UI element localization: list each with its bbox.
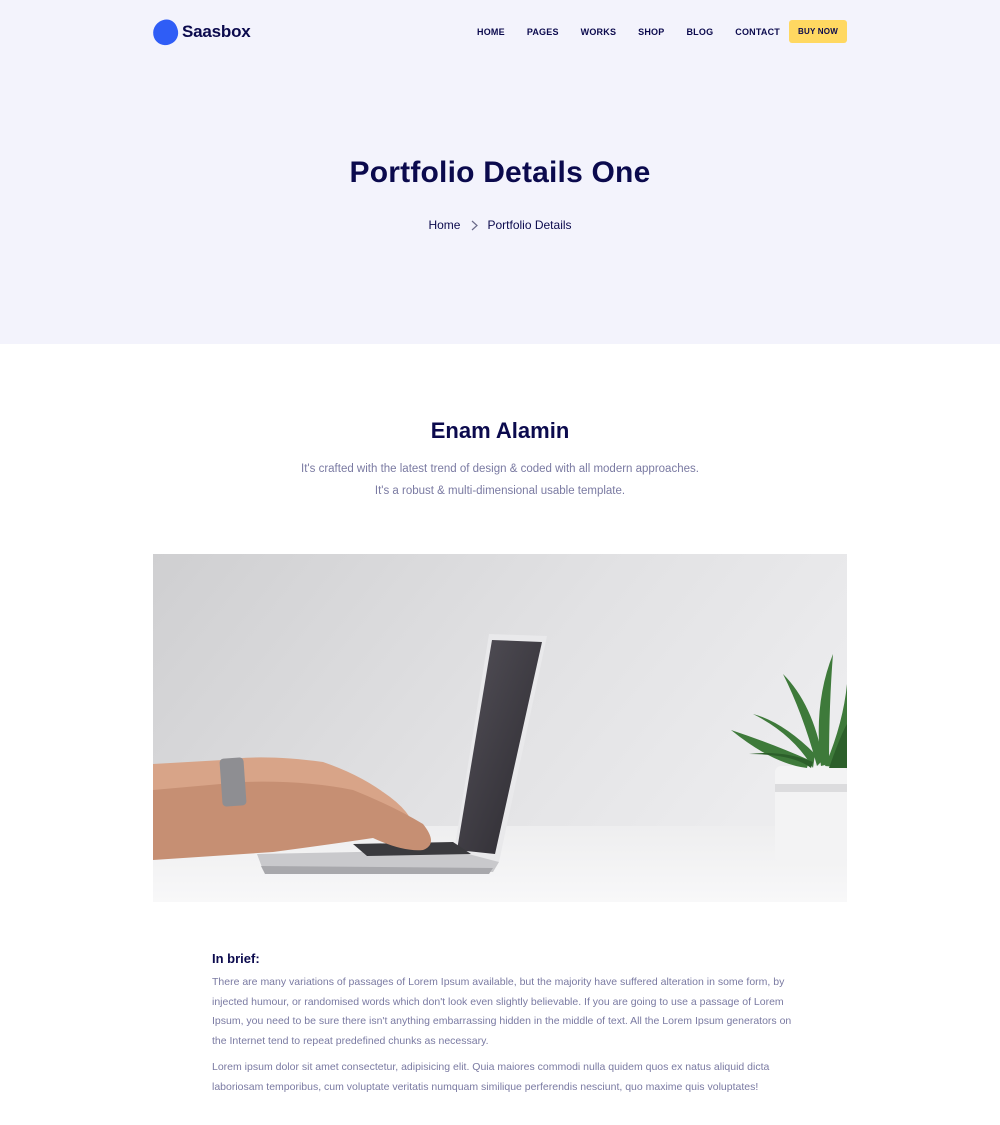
breadcrumb-current: Portfolio Details	[487, 218, 572, 232]
breadcrumb: Home Portfolio Details	[0, 216, 1000, 234]
page-header: Saasbox HOME PAGES WORKS SHOP BLOG CONTA…	[0, 0, 1000, 344]
nav-item-pages[interactable]: PAGES	[527, 27, 559, 37]
logo[interactable]: Saasbox	[149, 15, 251, 49]
breadcrumb-home-link[interactable]: Home	[428, 218, 460, 232]
logo-text: Saasbox	[182, 22, 251, 41]
brief-paragraph-1: There are many variations of passages of…	[212, 976, 792, 1047]
brief-heading: In brief:	[212, 951, 260, 966]
nav-item-home[interactable]: HOME	[477, 27, 505, 37]
nav-item-blog[interactable]: BLOG	[686, 27, 713, 37]
logo-icon	[149, 15, 182, 49]
nav-item-shop[interactable]: SHOP	[638, 27, 664, 37]
buy-now-button[interactable]: BUY NOW	[789, 20, 847, 43]
navbar: Saasbox HOME PAGES WORKS SHOP BLOG CONTA…	[149, 15, 847, 49]
project-image	[153, 554, 847, 902]
nav-item-contact[interactable]: CONTACT	[735, 27, 780, 37]
page-title: Portfolio Details One	[349, 156, 651, 189]
brief-paragraph-2: Lorem ipsum dolor sit amet consectetur, …	[212, 1061, 770, 1093]
project-author: Enam Alamin	[430, 418, 570, 443]
chevron-right-icon	[471, 220, 479, 231]
nav-item-works[interactable]: WORKS	[581, 27, 617, 37]
project-intro: It's crafted with the latest trend of de…	[301, 463, 699, 497]
nav-menu: HOME PAGES WORKS SHOP BLOG CONTACT	[477, 18, 802, 46]
